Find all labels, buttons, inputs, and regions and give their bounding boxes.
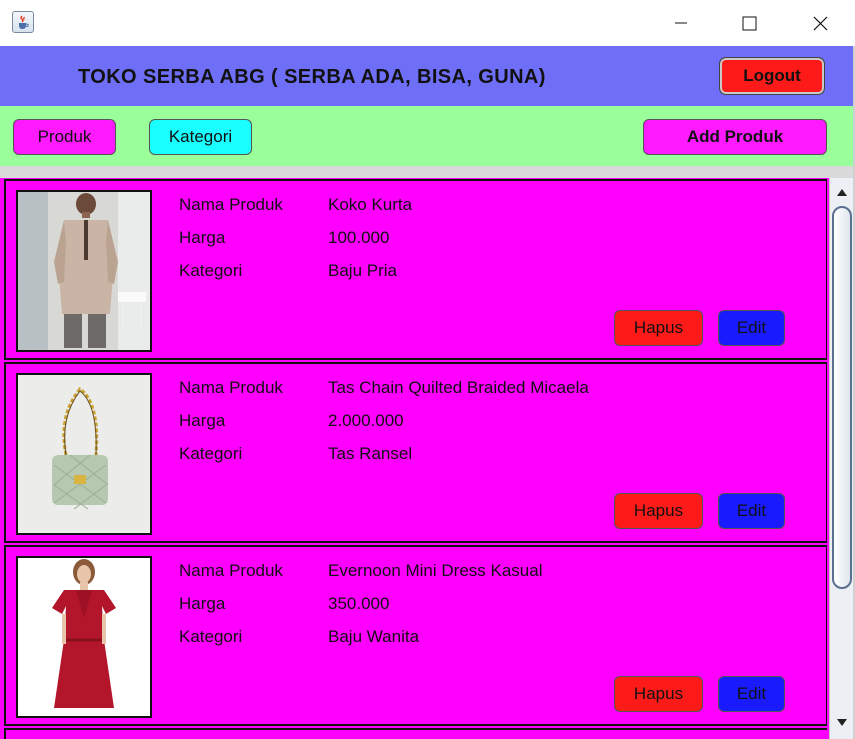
maximize-icon [742,16,757,31]
product-image [16,556,152,718]
window-titlebar [0,0,855,46]
product-card: Nama Produk Koko Kurta Harga 100.000 Kat… [4,179,827,360]
price-label: Harga [179,411,226,430]
delete-button[interactable]: Hapus [614,493,703,529]
product-card: Nama Produk Evernoon Mini Dress Kasual H… [4,545,827,726]
minimize-icon [675,22,687,24]
add-produk-button[interactable]: Add Produk [643,119,827,155]
product-category: Baju Wanita [328,627,420,646]
logout-button[interactable]: Logout [719,57,825,95]
delete-button[interactable]: Hapus [614,310,703,346]
product-card [4,728,827,739]
edit-button[interactable]: Edit [718,493,785,529]
separator-strip [0,166,855,178]
product-list: Nama Produk Koko Kurta Harga 100.000 Kat… [0,178,829,739]
scrollbar-thumb[interactable] [832,206,852,589]
scroll-up-arrow-icon[interactable] [830,180,853,204]
category-label: Kategori [179,444,243,463]
category-label: Kategori [179,627,243,646]
product-name: Koko Kurta [328,195,413,214]
vertical-scrollbar[interactable] [829,178,853,739]
price-label: Harga [179,228,226,247]
product-image [16,190,152,352]
price-label: Harga [179,594,226,613]
scroll-down-arrow-icon[interactable] [830,711,853,735]
nav-bar: Produk Kategori Add Produk [0,106,855,166]
product-price: 2.000.000 [328,411,404,430]
product-name: Evernoon Mini Dress Kasual [328,561,543,580]
name-label: Nama Produk [179,195,283,214]
produk-button[interactable]: Produk [13,119,116,155]
kategori-button[interactable]: Kategori [149,119,252,155]
app-header: TOKO SERBA ABG ( SERBA ADA, BISA, GUNA) … [0,46,855,106]
product-price: 100.000 [328,228,390,247]
delete-button[interactable]: Hapus [614,676,703,712]
name-label: Nama Produk [179,378,283,397]
product-category: Baju Pria [328,261,397,280]
edit-button[interactable]: Edit [718,310,785,346]
category-label: Kategori [179,261,243,280]
app-title: TOKO SERBA ABG ( SERBA ADA, BISA, GUNA) [78,66,546,88]
product-image [16,373,152,535]
product-price: 350.000 [328,594,390,613]
maximize-button[interactable] [726,0,772,46]
product-category: Tas Ransel [328,444,413,463]
edit-button[interactable]: Edit [718,676,785,712]
close-button[interactable] [797,0,843,46]
product-card: Nama Produk Tas Chain Quilted Braided Mi… [4,362,827,543]
minimize-button[interactable] [658,0,704,46]
java-cup-icon[interactable] [12,11,34,33]
name-label: Nama Produk [179,561,283,580]
close-icon [813,16,828,31]
product-name: Tas Chain Quilted Braided Micaela [328,378,589,397]
